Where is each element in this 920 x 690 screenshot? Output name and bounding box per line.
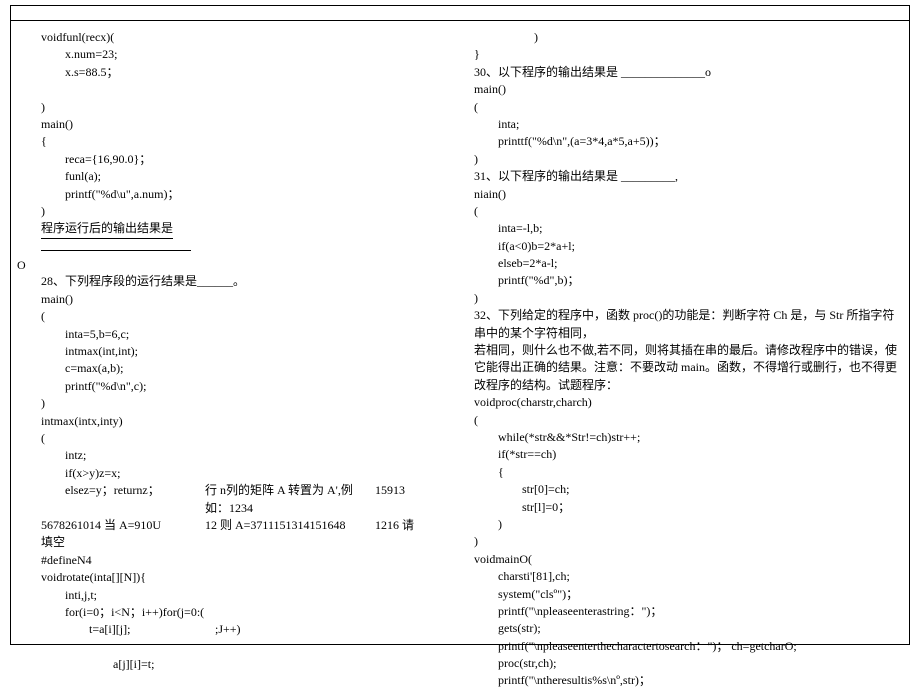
code-line: ): [15, 99, 462, 116]
blank-line: [15, 639, 462, 656]
cell: 12 则 A=3711151314151648: [205, 517, 375, 534]
code-line: ): [474, 29, 901, 46]
cell: 5678261014 当 A=910U: [15, 517, 205, 534]
cell: 15913: [375, 482, 435, 517]
code-line: charsti'[81],ch;: [474, 568, 901, 585]
code-line: elseb=2*a-l;: [474, 255, 901, 272]
code-line: ): [474, 151, 901, 168]
code-line: if(a<0)b=2*a+l;: [474, 238, 901, 255]
left-column: voidfunl(recx)( x.num=23; x.s=88.5； ) ma…: [11, 21, 466, 644]
code-line: {: [15, 133, 462, 150]
code-line: inta;: [474, 116, 901, 133]
cell: 行 n列的矩阵 A 转置为 A',例如：1234: [205, 482, 375, 517]
header-divider: [11, 6, 909, 21]
code-line: {: [474, 464, 901, 481]
cell: ;J++): [215, 621, 241, 638]
code-line: ): [474, 516, 901, 533]
blank-line: [15, 81, 462, 98]
code-line: voidproc(charstr,charch): [474, 394, 901, 411]
text-line: 若相同，则什么也不做,若不同，则将其插在串的最后。请修改程序中的错误，使它能得出…: [474, 342, 901, 394]
code-line: main(): [15, 291, 462, 308]
code-line: inta=-l,b;: [474, 220, 901, 237]
code-line: (: [474, 412, 901, 429]
code-line: (: [474, 203, 901, 220]
code-line: main(): [15, 116, 462, 133]
code-line: ): [474, 533, 901, 550]
cell: elsez=y；returnz；: [15, 482, 205, 517]
code-line: ): [474, 290, 901, 307]
code-line: (: [15, 430, 462, 447]
code-line: voidfunl(recx)(: [15, 29, 462, 46]
code-line: #defineN4: [15, 552, 462, 569]
code-line: ): [15, 203, 462, 220]
code-line: for(i=0；i<N；i++)for(j=0:(: [15, 604, 462, 621]
code-line: printtf("%d\n",(a=3*4,a*5,a+5))；: [474, 133, 901, 150]
code-line: str[0]=ch;: [474, 481, 901, 498]
page-frame: O voidfunl(recx)( x.num=23; x.s=88.5； ) …: [10, 5, 910, 645]
text-line: 程序运行后的输出结果是: [15, 220, 462, 238]
code-line: (: [15, 308, 462, 325]
code-line: if(x>y)z=x;: [15, 465, 462, 482]
code-line: intz;: [15, 447, 462, 464]
code-line: a[j][i]=t;: [15, 656, 462, 673]
wrapped-row: elsez=y；returnz； 行 n列的矩阵 A 转置为 A',例如：123…: [15, 482, 462, 517]
label-text: 程序运行后的输出结果是: [41, 220, 173, 238]
code-line: printf("%d\u",a.num)；: [15, 186, 462, 203]
code-line: printf("\ntheresultis%s\nº,str)；: [474, 672, 901, 689]
code-line: str[l]=0；: [474, 499, 901, 516]
o-marker: O: [17, 258, 26, 273]
wrapped-row: t=a[i][j]; ;J++): [15, 621, 462, 638]
cell: t=a[i][j];: [15, 621, 215, 638]
rule-line: [15, 239, 462, 256]
code-line: system("clsº")；: [474, 586, 901, 603]
code-line: reca={16,90.0}；: [15, 151, 462, 168]
blank-underline: [41, 239, 191, 251]
wrapped-row: 5678261014 当 A=910U 12 则 A=3711151314151…: [15, 517, 462, 534]
question-line: 28、下列程序段的运行结果是______。: [15, 273, 462, 290]
cell: 1216 请: [375, 517, 435, 534]
code-line: c=max(a,b);: [15, 360, 462, 377]
question-line: 30、以下程序的输出结果是 ______________o: [474, 64, 901, 81]
question-line: 31、以下程序的输出结果是 _________,: [474, 168, 901, 185]
code-line: inta=5,b=6,c;: [15, 326, 462, 343]
code-line: voidmainO(: [474, 551, 901, 568]
code-line: funl(a);: [15, 168, 462, 185]
code-line: while(*str&&*Str!=ch)str++;: [474, 429, 901, 446]
code-line: gets(str);: [474, 620, 901, 637]
code-line: proc(str,ch);: [474, 655, 901, 672]
code-line: }: [474, 46, 901, 63]
code-line: (: [474, 99, 901, 116]
columns: voidfunl(recx)( x.num=23; x.s=88.5； ) ma…: [11, 21, 909, 644]
question-line: 32、下列给定的程序中，函数 proc()的功能是：判断字符 Ch 是，与 St…: [474, 307, 901, 342]
code-line: intmax(int,int);: [15, 343, 462, 360]
code-line: voidrotate(inta[][N]){: [15, 569, 462, 586]
code-line: niain(): [474, 186, 901, 203]
code-line: ): [15, 395, 462, 412]
code-line: printf("%d\n",c);: [15, 378, 462, 395]
code-line: printf("\npleaseenterthecharactertosearc…: [474, 638, 901, 655]
right-column: ) } 30、以下程序的输出结果是 ______________o main()…: [466, 21, 909, 644]
code-line: if(*str==ch): [474, 446, 901, 463]
text-line: 填空: [15, 534, 462, 551]
code-line: x.s=88.5；: [15, 64, 462, 81]
code-line: x.num=23;: [15, 46, 462, 63]
code-line: printf("\npleaseenterastring：")；: [474, 603, 901, 620]
code-line: main(): [474, 81, 901, 98]
code-line: intmax(intx,inty): [15, 413, 462, 430]
code-line: printf("%d",b)；: [474, 272, 901, 289]
code-line: inti,j,t;: [15, 587, 462, 604]
blank-line: [15, 256, 462, 273]
